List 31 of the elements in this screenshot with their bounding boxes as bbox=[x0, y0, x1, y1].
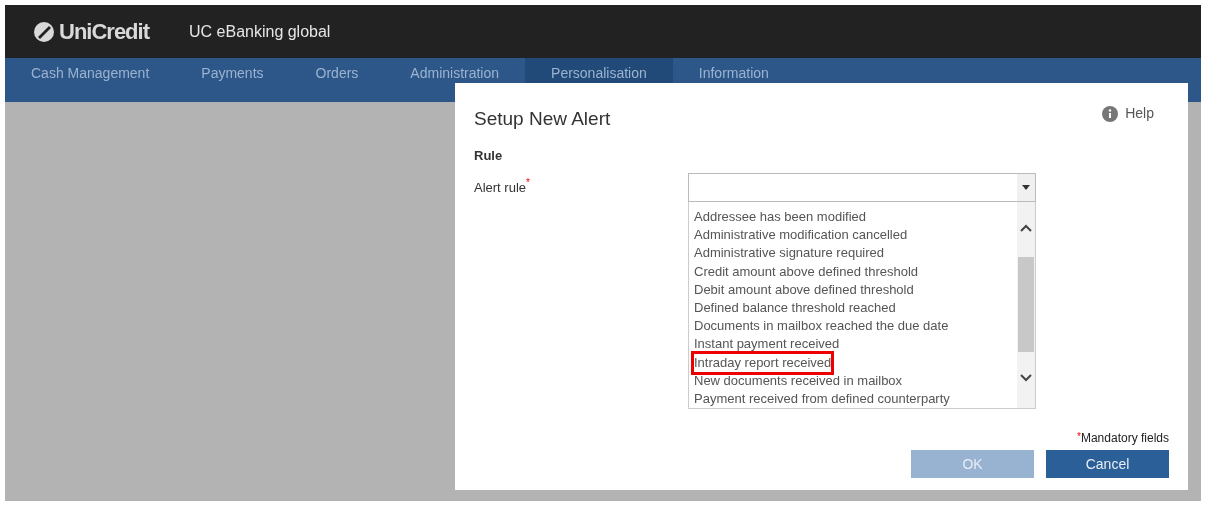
field-label: Alert rule bbox=[474, 180, 527, 197]
mandatory-mark: * bbox=[1077, 430, 1081, 442]
section-title: Rule bbox=[474, 146, 503, 165]
dropdown-option[interactable]: Addressee has been modified bbox=[694, 208, 866, 227]
dropdown-option[interactable]: Defined balance threshold reached bbox=[694, 299, 896, 318]
dropdown-option[interactable]: Instant payment received bbox=[694, 335, 840, 354]
required-mark: * bbox=[526, 176, 530, 188]
dropdown-option[interactable]: Debit amount above defined threshold bbox=[694, 280, 914, 299]
scroll-thumb[interactable] bbox=[1018, 257, 1034, 352]
scroll-up-icon[interactable] bbox=[1020, 224, 1032, 232]
dialog-title: Setup New Alert bbox=[474, 107, 611, 131]
nav-tab[interactable]: Orders bbox=[289, 58, 385, 102]
scroll-down-icon[interactable] bbox=[1020, 374, 1032, 382]
nav-tab[interactable]: Cash Management bbox=[5, 58, 176, 102]
help-link[interactable]: Help bbox=[1102, 103, 1154, 124]
alert-rule-select[interactable] bbox=[688, 173, 1036, 202]
caret-icon bbox=[1022, 185, 1030, 190]
dropdown-option[interactable]: Documents in mailbox reached the due date bbox=[694, 317, 949, 336]
cancel-button[interactable]: Cancel bbox=[1046, 450, 1169, 478]
mandatory-note: Mandatory fields bbox=[1080, 430, 1169, 447]
dropdown-option[interactable]: Intraday report received bbox=[694, 353, 832, 372]
info-icon bbox=[1102, 105, 1119, 122]
dropdown-option[interactable]: New documents received in mailbox bbox=[694, 371, 903, 391]
logo-text: UniCredit bbox=[59, 18, 149, 46]
app-title: UC eBanking global bbox=[189, 21, 331, 42]
scrollbar[interactable] bbox=[1017, 202, 1035, 408]
dropdown-option[interactable]: Administrative signature required bbox=[694, 244, 885, 263]
dropdown-option[interactable]: Administrative modification cancelled bbox=[694, 226, 908, 245]
dropdown-option[interactable]: Credit amount above defined threshold bbox=[694, 262, 919, 281]
logo-icon bbox=[33, 20, 55, 43]
dropdown-option[interactable]: Payment received from defined counterparty bbox=[694, 390, 950, 409]
